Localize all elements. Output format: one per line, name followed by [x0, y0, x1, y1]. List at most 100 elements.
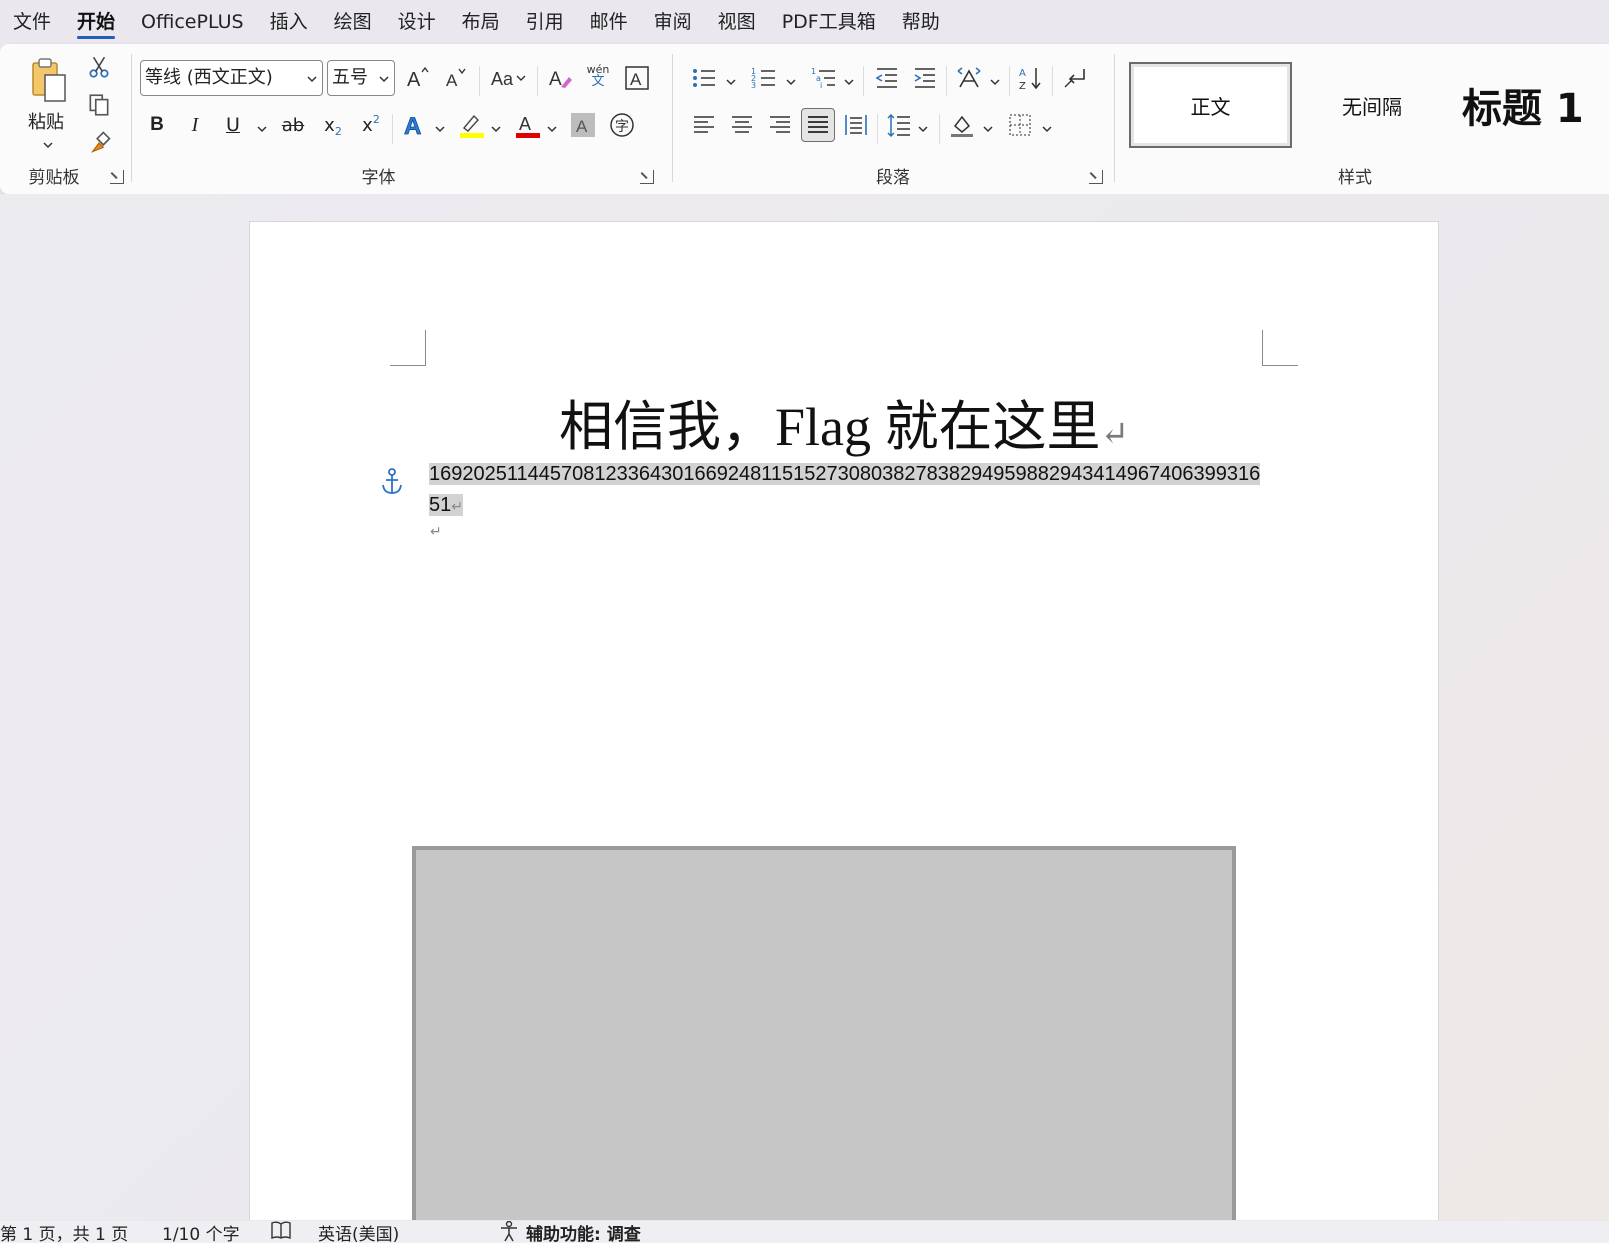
format-painter-icon[interactable] — [82, 126, 116, 160]
tab-home[interactable]: 开始 — [64, 0, 128, 44]
copy-icon[interactable] — [82, 88, 116, 122]
subscript-label: x — [324, 114, 335, 136]
document-title-text: 相信我，Flag 就在这里 — [558, 397, 1101, 457]
style-heading-1[interactable]: 标题 1 — [1452, 62, 1609, 148]
tab-draw[interactable]: 绘图 — [321, 0, 385, 44]
numbering-dropdown-icon[interactable] — [785, 73, 797, 86]
decrease-indent-icon[interactable] — [870, 61, 904, 95]
shading-dropdown-icon[interactable] — [982, 120, 994, 133]
align-right-icon[interactable] — [763, 108, 797, 142]
font-color-dropdown-icon[interactable] — [546, 120, 558, 133]
italic-button[interactable]: I — [178, 108, 212, 142]
tab-help[interactable]: 帮助 — [889, 0, 953, 44]
distributed-icon[interactable] — [839, 108, 873, 142]
subscript-button[interactable]: x2 — [316, 108, 350, 142]
accessibility-icon[interactable] — [498, 1221, 520, 1243]
proofing-book-icon[interactable] — [270, 1221, 292, 1243]
underline-button[interactable]: U — [216, 108, 250, 142]
bullets-icon[interactable] — [687, 61, 721, 95]
character-shading-icon[interactable]: A — [566, 108, 600, 142]
increase-indent-icon[interactable] — [908, 61, 942, 95]
tab-pdf-toolbox[interactable]: PDF工具箱 — [769, 0, 889, 44]
underline-dropdown-icon[interactable] — [256, 120, 268, 133]
style-no-spacing[interactable]: 无间隔 — [1292, 62, 1452, 148]
tab-review[interactable]: 审阅 — [641, 0, 705, 44]
subscript-mark: 2 — [334, 124, 342, 138]
enclose-characters-icon[interactable]: 字 — [605, 108, 639, 142]
document-page[interactable]: 相信我，Flag 就在这里↵ 1692025114457081233643016… — [249, 221, 1439, 1220]
tab-officeplus[interactable]: OfficePLUS — [128, 0, 257, 44]
selected-number-paragraph[interactable]: 1692025114457081233643016692481151527308… — [429, 459, 1263, 522]
highlight-dropdown-icon[interactable] — [490, 120, 502, 133]
change-case-icon[interactable]: Aa — [486, 61, 532, 95]
line-spacing-icon[interactable] — [882, 108, 916, 142]
multilevel-list-icon[interactable]: 1ai — [807, 61, 841, 95]
chevron-down-icon — [307, 76, 317, 83]
empty-paragraph-mark-icon[interactable]: ↵ — [430, 524, 442, 540]
show-marks-icon[interactable] — [1058, 61, 1092, 95]
page-count-status[interactable]: 第 1 页，共 1 页 — [0, 1221, 128, 1243]
chinese-layout-dropdown-icon[interactable] — [989, 73, 1001, 86]
tab-file[interactable]: 文件 — [0, 0, 64, 44]
tab-insert[interactable]: 插入 — [257, 0, 321, 44]
text-effects-icon[interactable]: A — [398, 108, 432, 142]
accessibility-status[interactable]: 辅助功能: 调查 — [526, 1221, 641, 1243]
font-group: 等线 (西文正文) 五号 A A Aa A wén 文 A B I U ab x… — [132, 44, 672, 194]
font-name-select[interactable]: 等线 (西文正文) — [140, 60, 323, 96]
paragraph-mark-icon: ↵ — [451, 498, 463, 514]
bold-button[interactable]: B — [140, 108, 174, 142]
paste-label[interactable]: 粘贴 — [28, 108, 64, 134]
style-normal[interactable]: 正文 — [1129, 62, 1292, 148]
font-size-select[interactable]: 五号 — [327, 60, 395, 96]
svg-text:A: A — [446, 71, 458, 90]
gray-rectangle-shape[interactable] — [412, 846, 1236, 1220]
clear-formatting-icon[interactable]: A — [543, 61, 577, 95]
font-color-swatch — [516, 133, 540, 138]
phonetic-guide-icon[interactable]: wén 文 — [581, 59, 615, 93]
language-status[interactable]: 英语(美国) — [318, 1221, 399, 1243]
tab-references[interactable]: 引用 — [513, 0, 577, 44]
clipboard-launcher-icon[interactable] — [110, 170, 124, 184]
cut-icon[interactable] — [82, 50, 116, 84]
justify-icon[interactable] — [801, 108, 835, 142]
document-title[interactable]: 相信我，Flag 就在这里↵ — [250, 382, 1438, 461]
grow-font-icon[interactable]: A — [401, 61, 435, 95]
shrink-font-icon[interactable]: A — [439, 61, 473, 95]
word-count-status[interactable]: 1/10 个字 — [162, 1221, 240, 1243]
line-spacing-dropdown-icon[interactable] — [917, 120, 929, 133]
svg-text:A: A — [549, 69, 562, 90]
align-center-icon[interactable] — [725, 108, 759, 142]
svg-text:A: A — [519, 114, 531, 134]
align-left-icon[interactable] — [687, 108, 721, 142]
strikethrough-button[interactable]: ab — [276, 108, 310, 142]
bullets-dropdown-icon[interactable] — [725, 73, 737, 86]
paragraph-launcher-icon[interactable] — [1089, 170, 1103, 184]
font-launcher-icon[interactable] — [640, 170, 654, 184]
tab-design[interactable]: 设计 — [385, 0, 449, 44]
borders-dropdown-icon[interactable] — [1041, 120, 1053, 133]
character-border-icon[interactable]: A — [620, 61, 654, 95]
superscript-button[interactable]: x2 — [354, 108, 388, 142]
superscript-label: x — [362, 114, 373, 136]
text-effects-dropdown-icon[interactable] — [434, 120, 446, 133]
shading-icon[interactable] — [945, 108, 979, 142]
phonetic-bottom: 文 — [591, 74, 605, 89]
paste-dropdown-icon[interactable] — [42, 136, 54, 149]
selected-number-text[interactable]: 1692025114457081233643016692481151527308… — [429, 463, 1261, 516]
separator — [939, 114, 940, 144]
tab-layout[interactable]: 布局 — [449, 0, 513, 44]
paste-icon[interactable] — [24, 56, 74, 106]
font-color-icon[interactable]: A — [510, 108, 544, 142]
crop-mark — [390, 330, 426, 366]
sort-icon[interactable]: AZ — [1014, 61, 1048, 95]
borders-icon[interactable] — [1003, 108, 1037, 142]
chinese-layout-icon[interactable] — [952, 61, 986, 95]
multilevel-dropdown-icon[interactable] — [843, 73, 855, 86]
svg-text:A: A — [407, 69, 421, 91]
tab-view[interactable]: 视图 — [705, 0, 769, 44]
clipboard-group-label: 剪贴板 — [28, 168, 80, 188]
tab-mailings[interactable]: 邮件 — [577, 0, 641, 44]
anchor-icon[interactable] — [380, 468, 404, 496]
highlight-color-icon[interactable] — [454, 108, 488, 142]
numbering-icon[interactable]: 123 — [747, 61, 781, 95]
